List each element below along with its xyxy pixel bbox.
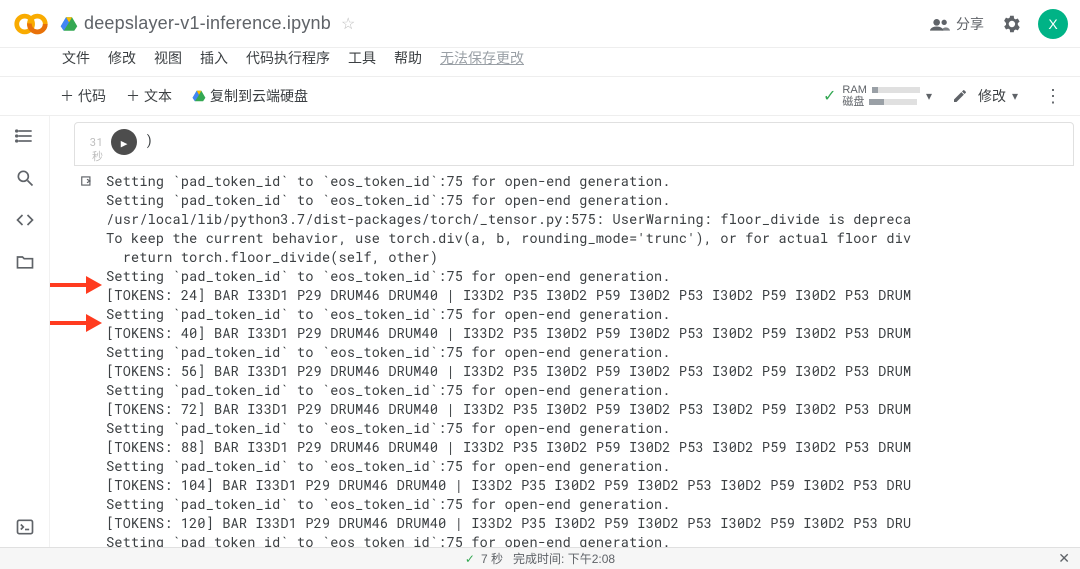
status-check-icon: ✓ [465,552,475,566]
toolbar-more-icon[interactable]: ⋮ [1038,86,1068,107]
connected-check-icon: ✓ [823,86,836,106]
notebook-title[interactable]: deepslayer-v1-inference.ipynb [84,13,331,34]
cell-gutter: 31 秒 [79,127,103,163]
colab-logo-icon [12,5,50,43]
menubar: 文件 修改 视图 插入 代码执行程序 工具 帮助 无法保存更改 [0,48,1080,76]
menu-help[interactable]: 帮助 [394,48,422,68]
drive-icon [192,89,206,103]
terminal-icon[interactable] [15,517,35,537]
status-duration: 7 秒 [481,550,503,567]
left-rail [0,116,50,547]
copy-to-drive-button[interactable]: 复制到云端硬盘 [192,86,308,106]
toc-icon[interactable] [15,126,35,146]
menu-insert[interactable]: 插入 [200,48,228,68]
edit-mode-dropdown-icon[interactable]: ▾ [1012,89,1018,103]
toolbar: ＋ 代码 ＋ 文本 复制到云端硬盘 ✓ RAM 磁盘 ▾ 修改 ▾ ⋮ [0,76,1080,116]
output-text: Setting `pad_token_id` to `eos_token_id`… [106,172,911,547]
star-icon[interactable]: ☆ [341,14,355,34]
user-avatar[interactable]: X [1038,9,1068,39]
status-close-icon[interactable]: ✕ [1058,550,1070,567]
header: deepslayer-v1-inference.ipynb ☆ 分享 X [0,0,1080,48]
menu-tools[interactable]: 工具 [348,48,376,68]
add-text-button[interactable]: ＋ 文本 [126,86,172,106]
resource-dropdown-icon[interactable]: ▾ [926,89,932,103]
files-icon[interactable] [15,252,35,272]
resource-indicator[interactable]: RAM 磁盘 [842,84,920,108]
settings-icon[interactable] [1000,13,1022,35]
menu-edit[interactable]: 修改 [108,48,136,68]
pencil-icon [952,88,968,104]
edit-mode-button[interactable]: 修改 [978,86,1006,106]
autosave-warning: 无法保存更改 [440,48,524,68]
search-icon[interactable] [15,168,35,188]
share-label: 分享 [956,14,984,34]
status-bar: ✓ 7 秒 完成时间: 下午2:08 ✕ [0,547,1080,569]
cell-output: Setting `pad_token_id` to `eos_token_id`… [56,168,1080,547]
notebook-area: 31 秒 ▶ ) Setting `pad_token_id` to `eos_… [50,116,1080,547]
menu-file[interactable]: 文件 [62,48,90,68]
add-code-button[interactable]: ＋ 代码 [60,86,106,106]
status-completed-time: 下午2:08 [568,550,615,567]
output-forward-icon[interactable] [80,174,98,188]
snippets-icon[interactable] [15,210,35,230]
code-cell[interactable]: 31 秒 ▶ ) [74,122,1074,166]
menu-runtime[interactable]: 代码执行程序 [246,48,330,68]
cell-code-line[interactable]: ) [145,127,153,149]
run-cell-button[interactable]: ▶ [111,129,137,155]
drive-icon [60,15,78,33]
menu-view[interactable]: 视图 [154,48,182,68]
share-button[interactable]: 分享 [930,14,984,34]
status-completed-label: 完成时间: [513,550,564,567]
